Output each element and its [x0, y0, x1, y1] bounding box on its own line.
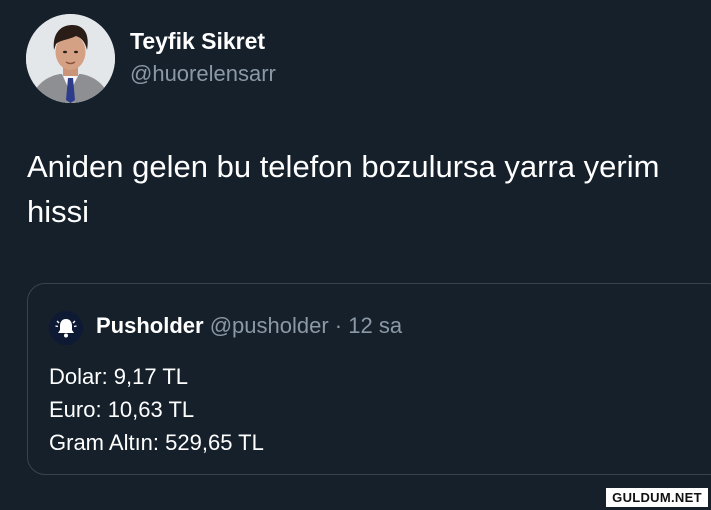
quoted-line-dolar: Dolar: 9,17 TL [49, 364, 189, 389]
quoted-tweet-header: Pusholder @pusholder · 12 sa [96, 313, 402, 339]
quoted-line-gram-altin: Gram Altın: 529,65 TL [49, 430, 264, 455]
author-handle[interactable]: @huorelensarr [130, 61, 276, 87]
site-watermark: GULDUM.NET [606, 488, 708, 507]
quoted-line-euro: Euro: 10,63 TL [49, 397, 195, 422]
quoted-author-handle[interactable]: @pusholder [210, 313, 329, 338]
quoted-author-avatar[interactable] [49, 311, 83, 345]
quoted-tweet-time[interactable]: 12 sa [348, 313, 402, 338]
bell-icon [49, 311, 83, 345]
tweet-text: Aniden gelen bu telefon bozulursa yarra … [27, 149, 660, 229]
quoted-author-name[interactable]: Pusholder [96, 313, 204, 338]
author-avatar[interactable] [26, 14, 115, 103]
profile-photo-icon [26, 14, 115, 103]
quoted-tweet-text: Dolar: 9,17 TL Euro: 10,63 TL Gram Altın… [49, 360, 264, 459]
author-display-name[interactable]: Teyfik Sikret [130, 28, 265, 55]
